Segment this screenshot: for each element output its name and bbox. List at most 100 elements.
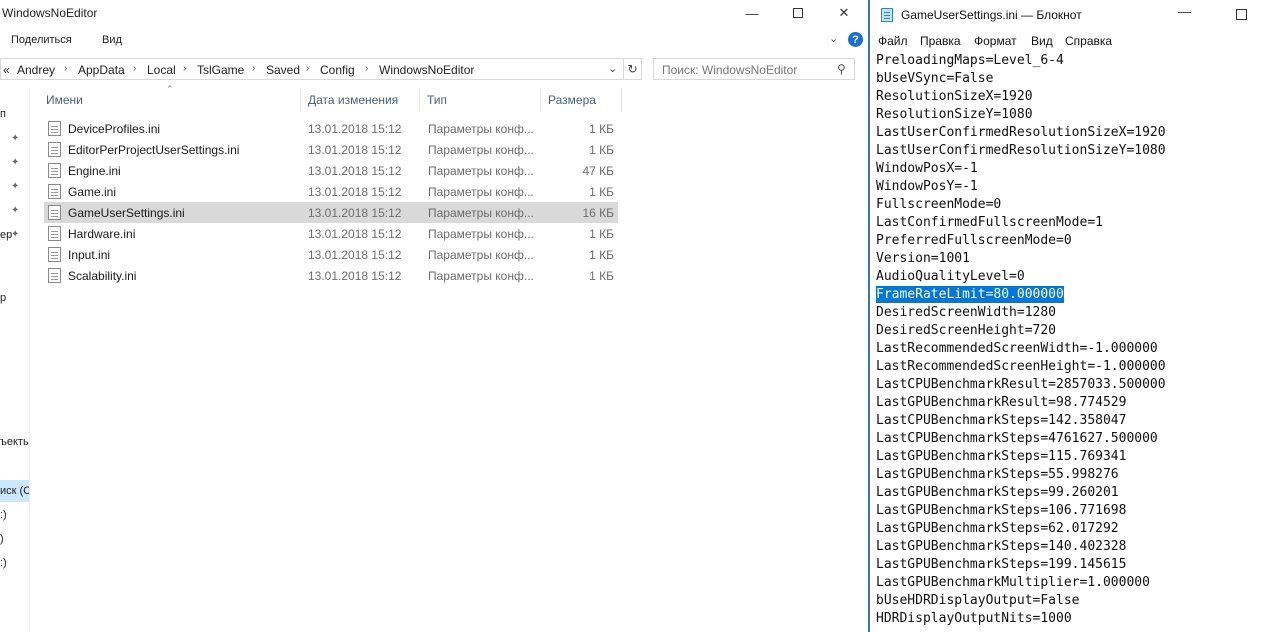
column-header-date-label: Дата изменения [308, 93, 399, 107]
text-line: PreferredFullscreenMode=0 [876, 233, 1072, 248]
file-name: GameUserSettings.ini [68, 206, 185, 220]
text-line: LastGPUBenchmarkSteps=62.017292 [876, 521, 1119, 536]
pin-icon[interactable]: ✦ [11, 157, 19, 168]
text-line: ResolutionSizeY=1080 [876, 107, 1033, 122]
tab-share[interactable]: Поделиться [11, 34, 72, 46]
text-line: FullscreenMode=0 [876, 197, 1002, 212]
nav-item-fragment[interactable]: п [0, 108, 6, 120]
ini-file-icon [48, 121, 61, 136]
file-date: 13.01.2018 15:12 [308, 164, 402, 178]
chevron-right-icon[interactable]: › [306, 63, 309, 74]
text-line: LastRecommendedScreenHeight=-1.000000 [876, 359, 1166, 374]
text-line: Version=1001 [876, 251, 970, 266]
minimize-icon[interactable]: — [1178, 4, 1191, 19]
file-size: 1 КБ [589, 248, 614, 262]
file-type: Параметры конф... [428, 185, 534, 199]
text-line: LastUserConfirmedResolutionSizeY=1080 [876, 143, 1166, 158]
close-button[interactable]: ✕ [822, 0, 866, 26]
file-date: 13.01.2018 15:12 [308, 227, 402, 241]
file-row[interactable]: Game.ini 13.01.2018 15:12 Параметры конф… [44, 181, 618, 202]
file-name: Scalability.ini [68, 269, 137, 283]
explorer-window: WindowsNoEditor — ✕ Поделиться Вид ⌄ ? «… [0, 0, 868, 632]
explorer-title: WindowsNoEditor [2, 6, 98, 20]
address-bar[interactable]: « Andrey › AppData › Local › TslGame › S… [0, 58, 624, 80]
file-row[interactable]: Input.ini 13.01.2018 15:12 Параметры кон… [44, 244, 618, 265]
pin-icon[interactable]: ✦ [11, 205, 19, 216]
file-size: 1 КБ [589, 143, 614, 157]
nav-item-fragment[interactable]: р [0, 292, 6, 304]
notepad-text-area[interactable]: PreloadingMaps=Level_6-4 bUseVSync=False… [870, 52, 1268, 632]
breadcrumb-saved[interactable]: Saved [266, 63, 300, 77]
file-date: 13.01.2018 15:12 [308, 248, 402, 262]
breadcrumb-local[interactable]: Local [147, 63, 176, 77]
file-row[interactable]: EditorPerProjectUserSettings.ini 13.01.2… [44, 139, 618, 160]
nav-item-fragment[interactable]: ъекты [0, 436, 29, 448]
file-date: 13.01.2018 15:12 [308, 122, 402, 136]
text-line: LastGPUBenchmarkSteps=106.771698 [876, 503, 1127, 518]
notepad-title: GameUserSettings.ini — Блокнот [901, 8, 1082, 22]
menu-format[interactable]: Формат [974, 34, 1017, 48]
file-type: Параметры конф... [428, 122, 534, 136]
breadcrumb-tslgame[interactable]: TslGame [197, 63, 244, 77]
minimize-button[interactable]: — [730, 0, 774, 26]
column-header-name[interactable]: Имени [40, 88, 301, 112]
text-line-selected[interactable]: FrameRateLimit=80.000000 [876, 286, 1064, 303]
help-icon[interactable]: ? [848, 32, 863, 47]
column-header-type[interactable]: Тип [421, 88, 541, 112]
text-line: AudioQualityLevel=0 [876, 269, 1025, 284]
pin-icon[interactable]: ✦ [11, 133, 19, 144]
file-row[interactable]: DeviceProfiles.ini 13.01.2018 15:12 Пара… [44, 118, 618, 139]
column-header-date[interactable]: Дата изменения [302, 88, 420, 112]
file-date: 13.01.2018 15:12 [308, 185, 402, 199]
breadcrumb-windowsnoeditor[interactable]: WindowsNoEditor [379, 63, 474, 77]
refresh-button[interactable]: ↻ [624, 58, 642, 80]
text-line: LastConfirmedFullscreenMode=1 [876, 215, 1103, 230]
text-line: LastGPUBenchmarkSteps=55.998276 [876, 467, 1119, 482]
chevron-right-icon[interactable]: › [133, 63, 136, 74]
menu-help[interactable]: Справка [1065, 34, 1112, 48]
pin-icon[interactable]: ✦ [11, 181, 19, 192]
search-box[interactable]: Поиск: WindowsNoEditor ⚲ [653, 58, 855, 80]
file-type: Параметры конф... [428, 164, 534, 178]
chevron-right-icon[interactable]: › [183, 63, 186, 74]
menu-edit[interactable]: Правка [920, 34, 961, 48]
file-name: Input.ini [68, 248, 111, 262]
file-size: 47 КБ [582, 164, 614, 178]
breadcrumb-andrey[interactable]: Andrey [17, 63, 55, 77]
nav-item-drive[interactable]: ) [0, 533, 4, 545]
text-line: LastGPUBenchmarkSteps=140.402328 [876, 539, 1127, 554]
menu-file[interactable]: Файл [878, 34, 908, 48]
address-dropdown-icon[interactable]: ⌄ [608, 62, 617, 75]
text-line: WindowPosX=-1 [876, 161, 978, 176]
search-input[interactable]: Поиск: WindowsNoEditor [662, 63, 797, 77]
chevron-right-icon[interactable]: › [64, 63, 67, 74]
file-date: 13.01.2018 15:12 [308, 269, 402, 283]
file-row[interactable]: Engine.ini 13.01.2018 15:12 Параметры ко… [44, 160, 618, 181]
nav-item-drive[interactable]: :) [0, 557, 7, 569]
navigation-pane: п ✦ ✦ ✦ ✦ ер ✦ р ъекты иск (С :) ) :) [0, 88, 30, 632]
ini-file-icon [48, 142, 61, 157]
ini-file-icon [48, 226, 61, 241]
breadcrumb-config[interactable]: Config [320, 63, 355, 77]
nav-item-drive[interactable]: :) [0, 509, 7, 521]
file-row[interactable]: Scalability.ini 13.01.2018 15:12 Парамет… [44, 265, 618, 286]
menu-view[interactable]: Вид [1031, 34, 1053, 48]
chevron-right-icon[interactable]: › [252, 63, 255, 74]
refresh-icon: ↻ [627, 62, 638, 76]
pin-icon[interactable]: ✦ [11, 229, 19, 240]
file-row[interactable]: Hardware.ini 13.01.2018 15:12 Параметры … [44, 223, 618, 244]
file-type: Параметры конф... [428, 227, 534, 241]
ribbon-expand-chevron-icon[interactable]: ⌄ [829, 32, 838, 45]
text-line: HDRDisplayOutputNits=1000 [876, 611, 1072, 626]
maximize-button[interactable] [776, 0, 820, 26]
tab-view[interactable]: Вид [102, 34, 122, 46]
nav-item-local-disk[interactable]: иск (С [0, 485, 29, 497]
column-header-size[interactable]: Размера [542, 88, 622, 112]
maximize-icon[interactable] [1236, 9, 1247, 20]
breadcrumb-overflow[interactable]: « [3, 63, 10, 77]
breadcrumb-appdata[interactable]: AppData [78, 63, 125, 77]
ini-file-icon [48, 184, 61, 199]
chevron-right-icon[interactable]: › [365, 63, 368, 74]
file-row-selected[interactable]: GameUserSettings.ini 13.01.2018 15:12 Па… [44, 202, 618, 223]
text-line: LastCPUBenchmarkResult=2857033.500000 [876, 377, 1166, 392]
